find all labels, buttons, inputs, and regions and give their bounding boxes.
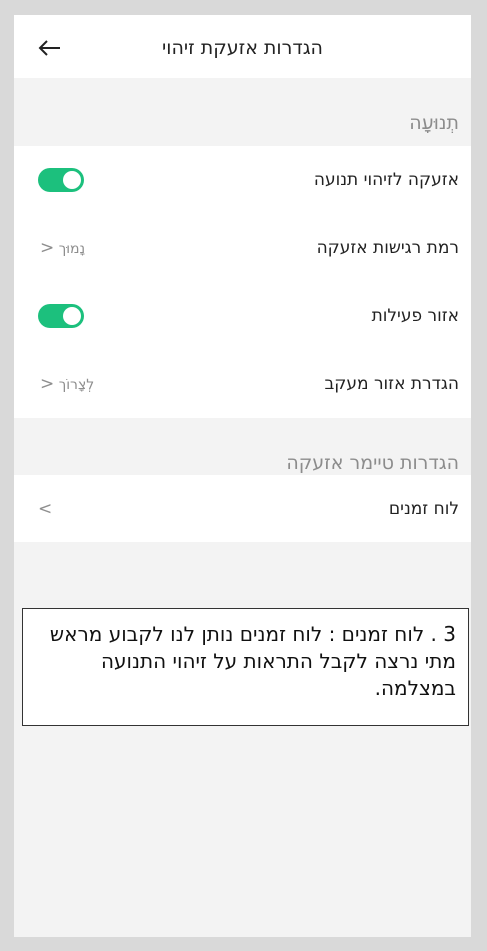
- section-title-motion: תְנוּעָה: [409, 112, 459, 134]
- row-schedule[interactable]: לוח זמנים >: [14, 475, 471, 543]
- sensitivity-value: נָמוּך <: [40, 238, 85, 258]
- chevron-left-icon: <: [40, 238, 55, 258]
- tracking-zone-value: לְצָרוֹך <: [40, 374, 94, 394]
- background-fill: [14, 542, 471, 937]
- row-tracking-zone[interactable]: הגדרת אזור מעקב לְצָרוֹך <: [14, 350, 471, 418]
- row-label: לוח זמנים: [388, 499, 459, 519]
- row-label: הגדרת אזור מעקב: [324, 374, 459, 394]
- page-title: הגדרות אזעקת זיהוי: [162, 37, 323, 59]
- row-label: רמת רגישות אזעקה: [316, 238, 459, 258]
- row-label: אזעקה לזיהוי תנועה: [313, 170, 459, 190]
- annotation-note: 3 . לוח זמנים : לוח זמנים נותן לנו לקבוע…: [22, 608, 469, 726]
- row-activity-zone[interactable]: אזור פעילות: [14, 282, 471, 350]
- phone-screen: הגדרות אזעקת זיהוי תְנוּעָה אזעקה לזיהוי…: [14, 15, 471, 937]
- value-text: נָמוּך: [58, 241, 86, 257]
- section-title-timer: הגדרות טיימר אזעקה: [286, 452, 459, 474]
- arrow-left-icon[interactable]: [38, 40, 62, 56]
- row-motion-alarm[interactable]: אזעקה לזיהוי תנועה: [14, 146, 471, 214]
- motion-alarm-toggle[interactable]: [38, 168, 84, 192]
- value-text: לְצָרוֹך: [58, 377, 95, 393]
- section-header-motion: תְנוּעָה: [14, 78, 471, 146]
- chevron-right-icon: >: [38, 499, 53, 519]
- chevron-left-icon: <: [40, 374, 55, 394]
- row-label: אזור פעילות: [371, 306, 459, 326]
- activity-zone-toggle[interactable]: [38, 304, 84, 328]
- row-alarm-sensitivity[interactable]: רמת רגישות אזעקה נָמוּך <: [14, 214, 471, 282]
- toggle-knob: [63, 171, 81, 189]
- toggle-knob: [63, 307, 81, 325]
- top-app-bar: הגדרות אזעקת זיהוי: [14, 15, 471, 78]
